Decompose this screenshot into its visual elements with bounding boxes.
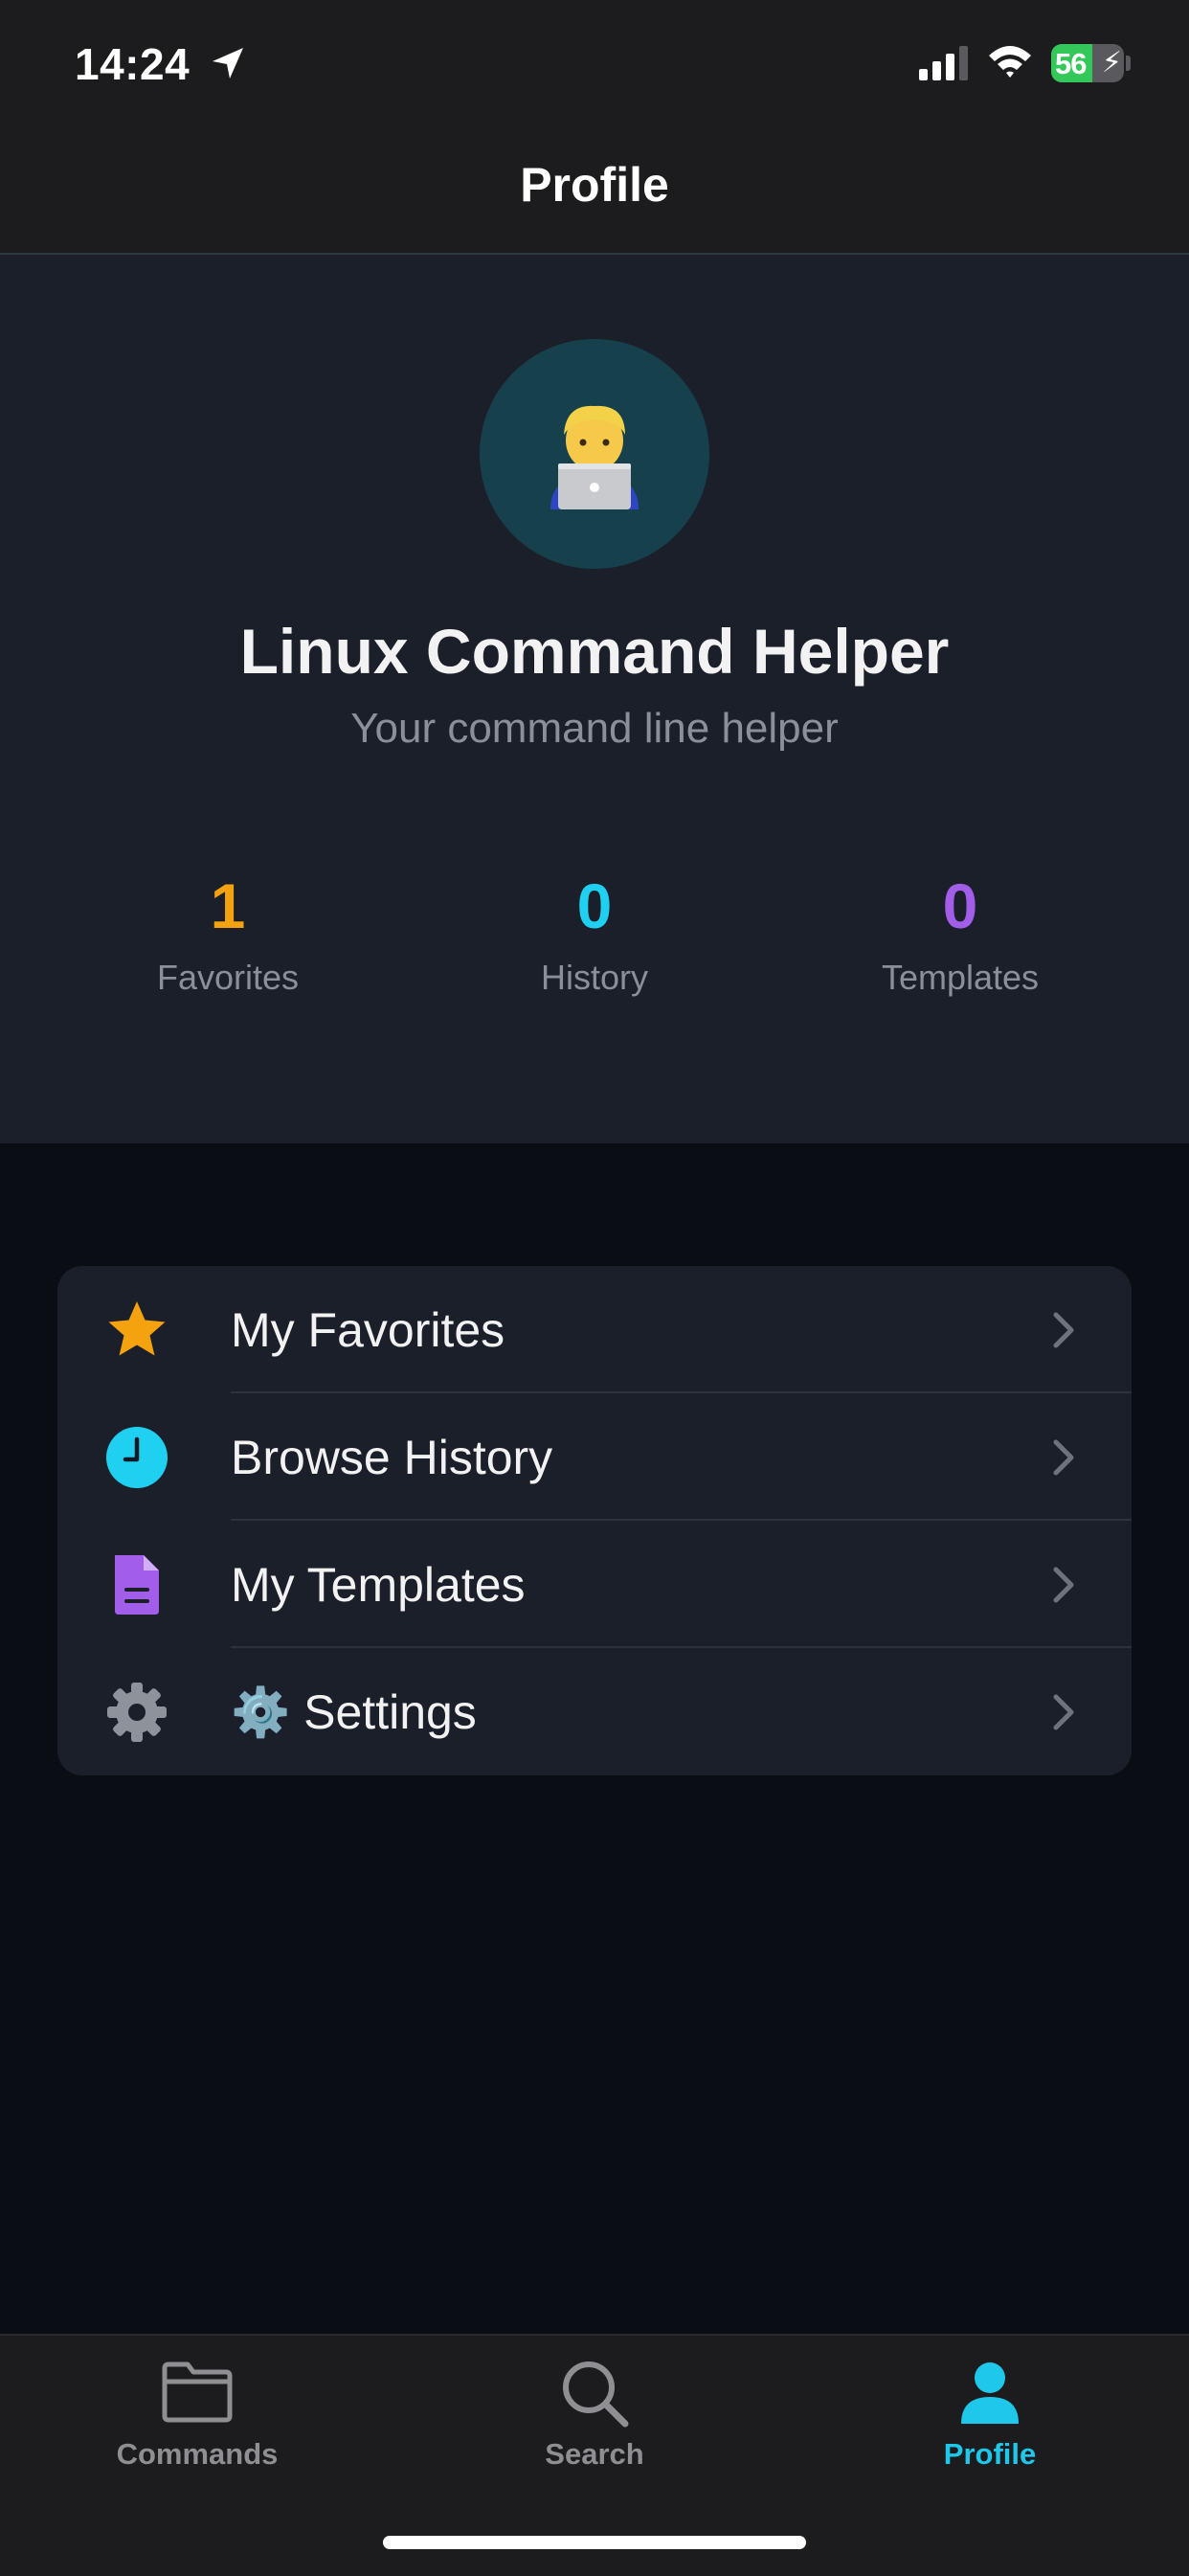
tab-label: Search	[545, 2437, 644, 2471]
stat-templates[interactable]: 0 Templates	[817, 868, 1104, 998]
navigation-bar: Profile	[0, 128, 1189, 255]
menu-item-templates[interactable]: My Templates	[57, 1521, 1132, 1648]
document-icon	[115, 1555, 159, 1615]
charging-bolt-icon: ⚡	[1101, 47, 1122, 79]
menu-item-label: My Favorites	[231, 1303, 505, 1357]
menu-item-label: ⚙️ Settings	[231, 1685, 477, 1739]
chevron-right-icon	[1053, 1312, 1074, 1348]
tab-commands[interactable]: Commands	[54, 2336, 341, 2508]
menu-item-history[interactable]: Browse History	[57, 1393, 1132, 1521]
location-arrow-icon	[213, 48, 243, 79]
stat-favorites[interactable]: 1 Favorites	[84, 868, 371, 998]
stat-history-label: History	[540, 958, 648, 997]
star-icon	[108, 1301, 166, 1356]
profile-name: Linux Command Helper	[239, 616, 950, 687]
avatar	[480, 339, 709, 569]
battery-indicator: 56 ⚡	[1051, 44, 1124, 82]
status-bar: 14:24 56 ⚡	[0, 0, 1189, 128]
search-icon	[563, 2361, 629, 2428]
menu-item-label: Browse History	[231, 1431, 553, 1484]
gear-icon	[107, 1683, 167, 1742]
person-icon	[961, 2362, 1019, 2424]
wifi-icon	[989, 46, 1031, 78]
status-time: 14:24	[75, 39, 191, 89]
tab-label: Commands	[116, 2437, 279, 2471]
profile-subtitle: Your command line helper	[350, 705, 839, 752]
home-indicator	[383, 2536, 806, 2549]
clock-icon	[106, 1427, 168, 1488]
tab-profile[interactable]: Profile	[846, 2336, 1133, 2508]
stat-history-value: 0	[576, 870, 613, 941]
stat-templates-value: 0	[942, 870, 978, 941]
stat-favorites-label: Favorites	[156, 958, 300, 997]
chevron-right-icon	[1053, 1694, 1074, 1730]
cellular-signal-icon	[919, 46, 968, 80]
chevron-right-icon	[1053, 1567, 1074, 1603]
battery-level: 56	[1055, 47, 1087, 80]
battery-cap	[1126, 56, 1131, 71]
menu-item-favorites[interactable]: My Favorites	[57, 1266, 1132, 1393]
tab-label: Profile	[943, 2437, 1037, 2471]
page-title: Profile	[520, 158, 669, 212]
stat-history[interactable]: 0 History	[451, 868, 738, 998]
menu-item-settings[interactable]: ⚙️ Settings	[57, 1648, 1132, 1775]
folder-icon	[162, 2361, 233, 2423]
profile-menu: My Favorites Browse History My Templates	[57, 1266, 1132, 1775]
stat-favorites-value: 1	[210, 870, 246, 941]
chevron-right-icon	[1053, 1439, 1074, 1476]
stat-templates-label: Templates	[881, 958, 1040, 997]
profile-header: Linux Command Helper Your command line h…	[0, 255, 1189, 1143]
menu-item-label: My Templates	[231, 1558, 526, 1612]
tab-search[interactable]: Search	[451, 2336, 738, 2508]
technologist-avatar-icon	[550, 405, 639, 509]
